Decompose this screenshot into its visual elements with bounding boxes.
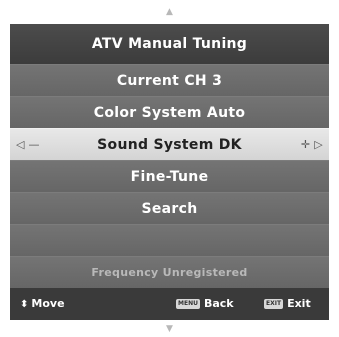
menu-footer: ⬍ Move MENU Back EXIT Exit bbox=[10, 288, 329, 320]
scroll-up-arrow-icon[interactable]: ▲ bbox=[0, 7, 339, 17]
menu-item-label: Current CH 3 bbox=[116, 73, 223, 89]
menu-item-label: Sound System DK bbox=[97, 137, 242, 153]
back-label: Back bbox=[203, 297, 234, 310]
back-hint[interactable]: MENU Back bbox=[176, 288, 234, 320]
menu-item-label: Fine-Tune bbox=[130, 169, 209, 185]
menu-title: ATV Manual Tuning bbox=[10, 24, 329, 64]
atv-manual-tuning-menu: ATV Manual Tuning Current CH 3 Color Sys… bbox=[10, 24, 329, 320]
decrease-left-icon[interactable]: ◁ — bbox=[16, 129, 40, 161]
menu-key-icon: MENU bbox=[176, 299, 200, 309]
menu-item-search[interactable]: Search bbox=[10, 192, 329, 224]
menu-item-sound-system[interactable]: ◁ — Sound System DK ✛ ▷ bbox=[10, 128, 329, 160]
menu-item-label: Search bbox=[141, 201, 198, 217]
menu-item-color-system[interactable]: Color System Auto bbox=[10, 96, 329, 128]
menu-item-current-ch[interactable]: Current CH 3 bbox=[10, 64, 329, 96]
move-hint: ⬍ Move bbox=[20, 288, 65, 321]
exit-key-icon: EXIT bbox=[264, 299, 284, 309]
exit-hint[interactable]: EXIT Exit bbox=[264, 288, 311, 320]
exit-label: Exit bbox=[287, 297, 311, 310]
frequency-status: Frequency Unregistered bbox=[10, 256, 329, 288]
move-label: Move bbox=[31, 297, 65, 310]
increase-right-icon[interactable]: ✛ ▷ bbox=[301, 129, 323, 161]
menu-item-label: Color System Auto bbox=[93, 105, 246, 121]
move-updown-icon: ⬍ bbox=[20, 299, 29, 310]
menu-item-empty bbox=[10, 224, 329, 256]
scroll-down-arrow-icon[interactable]: ▼ bbox=[0, 324, 339, 334]
menu-item-fine-tune[interactable]: Fine-Tune bbox=[10, 160, 329, 192]
